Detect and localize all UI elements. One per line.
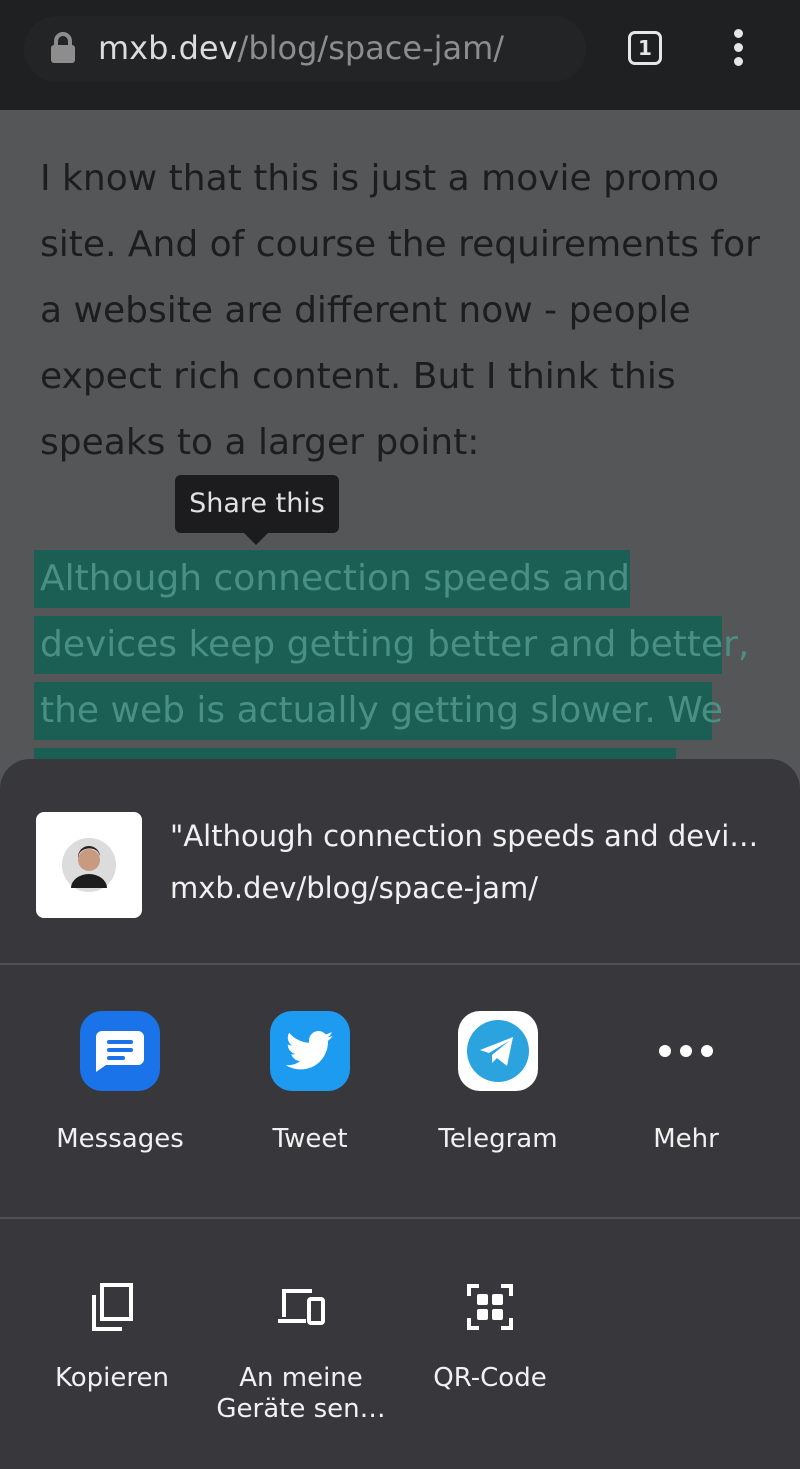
url-path: /blog/space-jam/	[237, 29, 505, 67]
preview-thumbnail	[36, 812, 142, 918]
app-label: Messages	[56, 1124, 184, 1154]
copy-icon	[27, 1277, 197, 1337]
highlighted-line[interactable]: devices keep getting better and better,	[34, 616, 749, 674]
share-app-telegram[interactable]: Telegram	[408, 1011, 588, 1155]
app-label: Tweet	[272, 1124, 348, 1154]
qr-code-icon	[405, 1277, 575, 1337]
highlighted-line[interactable]: the web is actually getting slower. We	[34, 682, 723, 740]
more-horiz-icon	[646, 1011, 726, 1091]
app-label: Telegram	[438, 1124, 558, 1154]
action-label: QR-Code	[433, 1363, 547, 1393]
action-send-to-devices[interactable]: An meine Geräte sen…	[216, 1277, 386, 1425]
paragraph-line: site. And of course the requirements for	[40, 224, 760, 265]
more-vert-icon[interactable]	[728, 29, 748, 69]
share-app-tweet[interactable]: Tweet	[220, 1011, 400, 1155]
app-label: Mehr	[653, 1124, 719, 1154]
divider	[0, 1217, 800, 1219]
action-label: An meine Geräte sen…	[216, 1363, 386, 1424]
tab-switcher-icon[interactable]: 1	[628, 31, 662, 65]
messages-icon	[80, 1011, 160, 1091]
avatar	[62, 838, 116, 892]
action-copy[interactable]: Kopieren	[27, 1277, 197, 1394]
twitter-icon	[270, 1011, 350, 1091]
highlighted-line[interactable]: Although connection speeds and	[34, 550, 630, 608]
lock-icon	[51, 32, 75, 63]
paragraph-line: speaks to a larger point:	[40, 422, 480, 463]
telegram-icon	[458, 1011, 538, 1091]
send-to-devices-icon	[216, 1277, 386, 1337]
share-app-messages[interactable]: Messages	[30, 1011, 210, 1155]
paragraph-line: a website are different now - people	[40, 290, 691, 331]
share-this-tooltip[interactable]: Share this	[175, 475, 339, 545]
paragraph-line: I know that this is just a movie promo	[40, 158, 720, 199]
article-paragraph: I know that this is just a movie promo s…	[40, 146, 780, 476]
share-preview-title: "Although connection speeds and devi…	[170, 819, 759, 853]
divider	[0, 963, 800, 965]
browser-toolbar: mxb.dev/blog/space-jam/ 1	[0, 0, 800, 110]
action-label: Kopieren	[55, 1363, 169, 1393]
share-app-more[interactable]: Mehr	[596, 1011, 776, 1155]
url-text[interactable]: mxb.dev/blog/space-jam/	[98, 28, 504, 68]
paragraph-line: expect rich content. But I think this	[40, 356, 676, 397]
url-host: mxb.dev	[98, 29, 238, 67]
share-preview-url: mxb.dev/blog/space-jam/	[170, 871, 538, 905]
action-qr-code[interactable]: QR-Code	[405, 1277, 575, 1394]
share-sheet: "Although connection speeds and devi… mx…	[0, 759, 800, 1469]
